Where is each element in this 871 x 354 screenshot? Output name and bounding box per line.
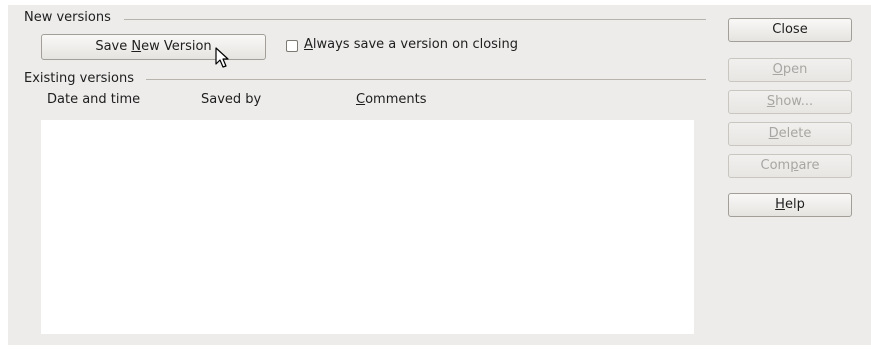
- help-button[interactable]: Help: [728, 193, 852, 217]
- save-new-version-button-label: Save New Version: [95, 39, 212, 54]
- existing-versions-divider: [146, 79, 706, 80]
- column-header-comments[interactable]: Comments: [356, 92, 426, 107]
- versions-list[interactable]: [41, 120, 694, 334]
- always-save-checkbox[interactable]: [286, 40, 298, 52]
- column-header-date-and-time[interactable]: Date and time: [47, 92, 140, 107]
- open-button[interactable]: Open: [728, 58, 852, 82]
- mouse-pointer-icon: [215, 47, 229, 68]
- compare-button[interactable]: Compare: [728, 154, 852, 178]
- close-button[interactable]: Close: [728, 18, 852, 42]
- new-versions-divider: [124, 19, 706, 20]
- new-versions-section-label: New versions: [24, 10, 111, 25]
- show-button[interactable]: Show...: [728, 90, 852, 114]
- always-save-label[interactable]: Always save a version on closing: [304, 37, 518, 52]
- existing-versions-section-label: Existing versions: [24, 71, 135, 86]
- versions-dialog: New versions Save New Version Always sav…: [8, 5, 871, 345]
- column-header-saved-by[interactable]: Saved by: [201, 92, 261, 107]
- delete-button[interactable]: Delete: [728, 122, 852, 146]
